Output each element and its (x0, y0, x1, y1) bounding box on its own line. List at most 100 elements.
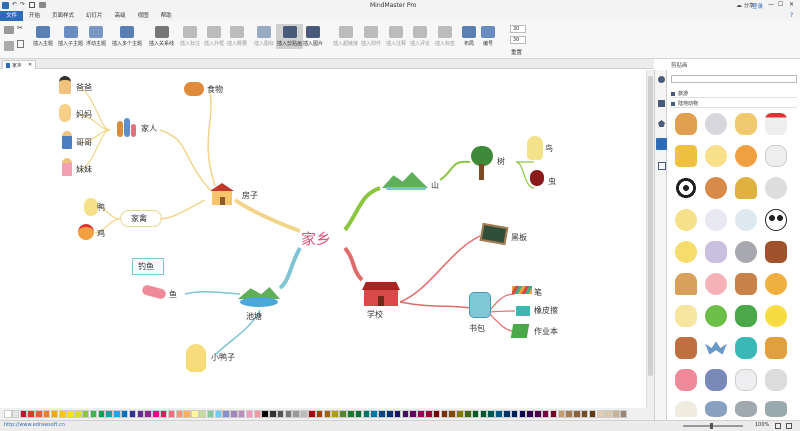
menu-page-style[interactable]: 页面样式 (46, 11, 80, 21)
vertical-scrollbar[interactable] (646, 70, 654, 408)
color-swatch[interactable] (417, 410, 425, 418)
node-fishing[interactable]: 钓鱼 (138, 261, 154, 272)
save-icon[interactable] (29, 2, 35, 8)
menu-file[interactable]: 文件 (0, 11, 24, 21)
insert-tag-button[interactable]: 插入标签 (435, 26, 455, 47)
clipart-chicks-icon[interactable] (675, 241, 697, 263)
floating-topic-button[interactable]: 浮动主题 (86, 26, 106, 47)
clipart-chick-icon[interactable] (705, 145, 727, 167)
node-duck[interactable]: 鸭 (97, 202, 105, 213)
zoom-slider[interactable] (683, 425, 743, 427)
clipart-rabbit-icon[interactable] (705, 113, 727, 135)
node-bird[interactable]: 鸟 (545, 143, 553, 154)
login-button[interactable]: 登录 (752, 2, 763, 10)
color-swatch[interactable] (432, 410, 441, 418)
insert-multiple-topics-button[interactable]: 插入多个主题 (112, 26, 142, 47)
color-swatch[interactable] (565, 410, 573, 418)
clipart-kangaroo-icon[interactable] (675, 305, 697, 327)
color-swatch[interactable] (74, 410, 82, 418)
clipart-panda-icon[interactable] (765, 209, 787, 231)
color-swatch[interactable] (206, 410, 215, 418)
clipart-dog-icon[interactable] (675, 113, 697, 135)
color-swatch[interactable] (401, 410, 410, 418)
close-tab-icon[interactable]: ✕ (28, 62, 32, 68)
print-icon[interactable] (39, 2, 46, 8)
node-food[interactable]: 食物 (207, 84, 223, 95)
color-swatch[interactable] (89, 410, 98, 418)
spacing-v-stepper[interactable]: 30 (510, 36, 526, 44)
scroll-thumb[interactable] (648, 76, 653, 376)
color-swatch[interactable] (284, 410, 293, 418)
clipart-crane-icon[interactable] (765, 113, 787, 135)
color-swatch[interactable] (612, 410, 620, 418)
color-swatch[interactable] (113, 410, 121, 418)
menu-view[interactable]: 视图 (132, 11, 155, 21)
color-swatch[interactable] (4, 410, 12, 418)
color-swatch[interactable] (159, 410, 168, 418)
clipart-search-dropdown[interactable] (671, 75, 797, 83)
clipart-camel-icon[interactable] (675, 273, 697, 295)
node-pen[interactable]: 笔 (534, 287, 542, 298)
cloud-icon[interactable]: ☁ (736, 2, 742, 9)
clipart-cat-icon[interactable] (735, 113, 757, 135)
format-painter-icon[interactable] (4, 26, 14, 34)
color-swatch[interactable] (503, 410, 511, 418)
undo-icon[interactable]: ↶ (12, 1, 17, 8)
color-swatch[interactable] (323, 410, 332, 418)
color-swatch[interactable] (276, 410, 285, 418)
color-swatch[interactable] (144, 410, 152, 418)
color-swatch[interactable] (230, 410, 238, 418)
color-swatch[interactable] (27, 410, 35, 418)
zoom-thumb[interactable] (710, 423, 713, 429)
color-swatch[interactable] (11, 410, 20, 418)
color-swatch[interactable] (354, 410, 363, 418)
help-icon[interactable]: ? (790, 12, 793, 19)
clipart-bat-icon[interactable] (705, 341, 727, 355)
color-swatch[interactable] (183, 410, 191, 418)
color-swatch[interactable] (120, 410, 129, 418)
color-swatch[interactable] (471, 410, 480, 418)
color-swatch[interactable] (269, 410, 277, 418)
color-swatch[interactable] (50, 410, 59, 418)
clipart-deer-icon[interactable] (735, 273, 757, 295)
node-house[interactable]: 房子 (242, 190, 258, 201)
color-swatch[interactable] (596, 410, 605, 418)
insert-subtopic-button[interactable]: 插入子主题 (58, 26, 83, 47)
color-swatch[interactable] (237, 410, 246, 418)
calendar-panel-icon[interactable] (658, 162, 666, 170)
clipart-turtle-icon[interactable] (735, 177, 757, 199)
clipart-sheep-icon[interactable] (765, 145, 787, 167)
clipart-hippo-icon[interactable] (705, 241, 727, 263)
cut-icon[interactable]: ✂ (17, 24, 23, 32)
menu-help[interactable]: 帮助 (155, 11, 178, 21)
node-blackboard[interactable]: 黑板 (511, 232, 527, 243)
node-bug[interactable]: 虫 (548, 176, 556, 187)
color-swatch[interactable] (487, 410, 495, 418)
icon-panel-icon[interactable] (658, 120, 665, 127)
insert-boundary-button[interactable]: 插入外框 (204, 26, 224, 47)
insert-attachment-button[interactable]: 插入附件 (361, 26, 381, 47)
color-swatch[interactable] (541, 410, 550, 418)
color-swatch[interactable] (534, 410, 542, 418)
color-swatch[interactable] (386, 410, 394, 418)
color-swatch[interactable] (81, 410, 90, 418)
clipart-hippo-blue-icon[interactable] (705, 369, 727, 391)
clipart-polar-bear-icon[interactable] (735, 369, 757, 391)
color-swatch[interactable] (588, 410, 597, 418)
color-swatch[interactable] (42, 410, 51, 418)
color-swatch[interactable] (136, 410, 145, 418)
color-swatch[interactable] (448, 410, 456, 418)
color-swatch[interactable] (347, 410, 355, 418)
color-swatch[interactable] (526, 410, 534, 418)
insert-clipart-button[interactable]: 插入剪贴画 (276, 24, 304, 49)
node-homework[interactable]: 作业本 (534, 326, 558, 337)
color-swatch[interactable] (456, 410, 464, 418)
menu-advanced[interactable]: 高级 (109, 11, 132, 21)
insert-hyperlink-button[interactable]: 插入超链接 (333, 26, 358, 47)
copy-icon[interactable] (17, 40, 24, 48)
color-swatch[interactable] (198, 410, 207, 418)
clipart-rhino-icon[interactable] (675, 337, 697, 359)
color-swatch[interactable] (604, 410, 612, 418)
insert-picture-button[interactable]: 插入图片 (303, 26, 323, 47)
node-sister[interactable]: 妹妹 (76, 164, 92, 175)
